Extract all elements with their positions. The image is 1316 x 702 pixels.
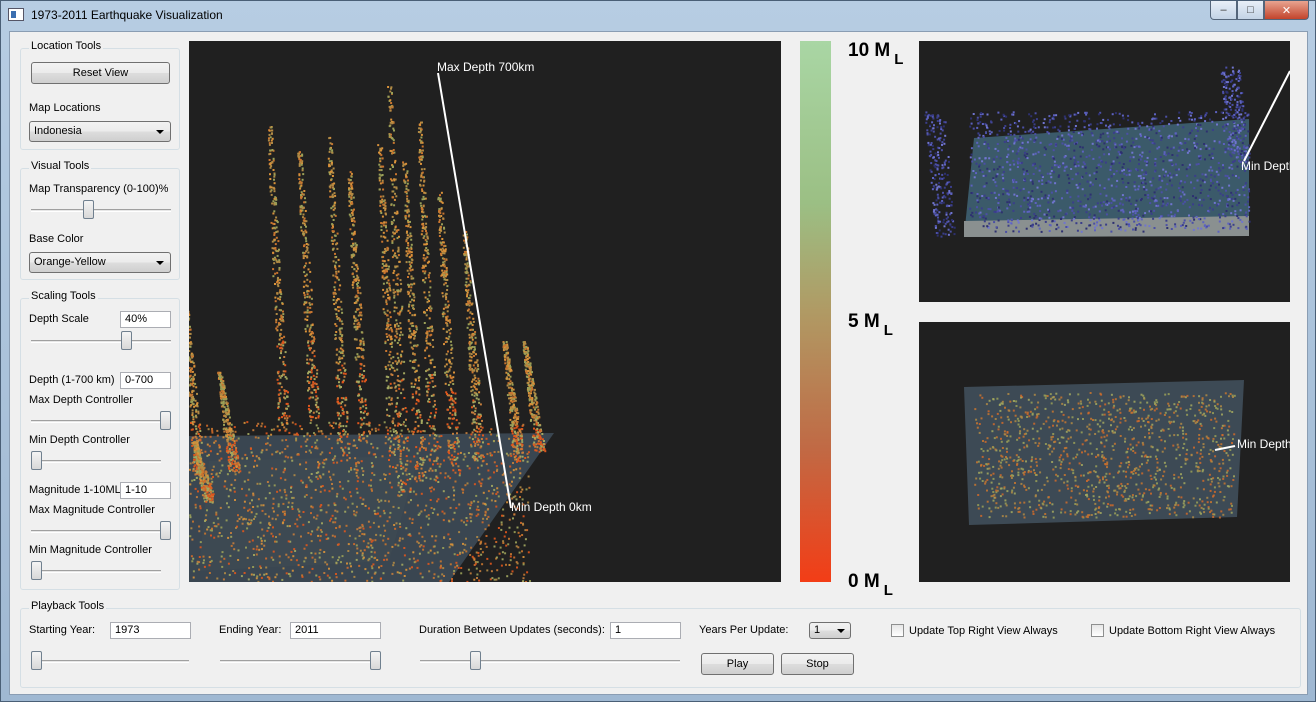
base-color-select[interactable]: Orange-Yellow — [29, 252, 171, 273]
map-landmass — [199, 456, 419, 571]
base-color-label: Base Color — [29, 233, 84, 245]
max-magnitude-thumb[interactable] — [160, 521, 171, 540]
max-depth-marker-label: Max Depth 700km — [437, 60, 535, 74]
min-magnitude-slider[interactable] — [31, 561, 161, 581]
playback-tools-group: Playback Tools Starting Year: 1973 Endin… — [20, 600, 1301, 688]
top-right-view[interactable]: Min Depth — [919, 41, 1290, 302]
stop-button[interactable]: Stop — [781, 653, 854, 675]
chevron-down-icon — [837, 629, 845, 633]
starting-year-label: Starting Year: — [29, 624, 96, 636]
starting-year-thumb[interactable] — [31, 651, 42, 670]
app-window: 1973-2011 Earthquake Visualization – □ ✕… — [0, 0, 1316, 702]
min-magnitude-thumb[interactable] — [31, 561, 42, 580]
top-right-view-canvas — [924, 66, 1290, 238]
min-depth-slider[interactable] — [31, 451, 161, 471]
scale-bottom-label: 0 ML — [848, 571, 893, 599]
main-view-canvas — [189, 72, 554, 582]
magnitude-input[interactable]: 1-10 — [120, 482, 171, 499]
depth-scale-slider[interactable] — [31, 331, 171, 351]
magnitude-label: Magnitude 1-10ML — [29, 484, 121, 496]
close-button[interactable]: ✕ — [1264, 1, 1309, 20]
map-transparency-thumb[interactable] — [83, 200, 94, 219]
starting-year-slider[interactable] — [31, 651, 189, 671]
years-per-update-value: 1 — [814, 624, 821, 636]
app-icon — [8, 8, 24, 21]
location-tools-title: Location Tools — [29, 40, 104, 52]
map-locations-value: Indonesia — [34, 125, 82, 137]
min-depth-marker-label: Min Depth 0km — [511, 500, 592, 514]
bottom-right-view-canvas — [964, 380, 1244, 525]
magnitude-color-scale — [800, 41, 831, 582]
min-depth-thumb[interactable] — [31, 451, 42, 470]
ending-year-label: Ending Year: — [219, 624, 282, 636]
window-title: 1973-2011 Earthquake Visualization — [31, 8, 223, 22]
starting-year-input[interactable]: 1973 — [110, 622, 191, 639]
update-top-right-label: Update Top Right View Always — [909, 624, 1058, 637]
minimize-icon: – — [1220, 4, 1227, 16]
map-locations-select[interactable]: Indonesia — [29, 121, 171, 142]
maximize-button[interactable]: □ — [1237, 1, 1264, 20]
duration-label: Duration Between Updates (seconds): — [419, 624, 605, 636]
min-depth-label: Min Depth Controller — [29, 434, 130, 446]
min-magnitude-label: Min Magnitude Controller — [29, 544, 152, 556]
checkbox-box[interactable] — [1091, 624, 1104, 637]
title-bar: 1973-2011 Earthquake Visualization – □ ✕ — [1, 1, 1315, 29]
duration-thumb[interactable] — [470, 651, 481, 670]
minimize-button[interactable]: – — [1210, 1, 1237, 20]
duration-input[interactable]: 1 — [610, 622, 681, 639]
bottom-right-min-depth-label: Min Depth — [1237, 437, 1290, 451]
map-transparency-slider[interactable] — [31, 200, 171, 220]
scale-mid-label: 5 ML — [848, 311, 893, 339]
scaling-tools-group: Scaling Tools Depth Scale 40% Depth (1-7… — [20, 290, 180, 590]
location-tools-group: Location Tools Reset View Map Locations … — [20, 40, 180, 150]
years-per-update-label: Years Per Update: — [699, 624, 789, 636]
update-top-right-checkbox[interactable]: Update Top Right View Always — [891, 624, 1058, 637]
duration-slider[interactable] — [420, 651, 680, 671]
chevron-down-icon — [156, 261, 164, 265]
max-magnitude-label: Max Magnitude Controller — [29, 504, 155, 516]
depth-scale-input[interactable]: 40% — [120, 311, 171, 328]
reset-view-button[interactable]: Reset View — [31, 62, 170, 84]
visual-tools-title: Visual Tools — [29, 160, 92, 172]
max-depth-label: Max Depth Controller — [29, 394, 133, 406]
play-button[interactable]: Play — [701, 653, 774, 675]
ending-year-input[interactable]: 2011 — [290, 622, 381, 639]
years-per-update-select[interactable]: 1 — [809, 622, 851, 639]
map-locations-label: Map Locations — [29, 102, 101, 114]
scaling-tools-title: Scaling Tools — [29, 290, 98, 302]
max-magnitude-slider[interactable] — [31, 521, 171, 541]
close-icon: ✕ — [1281, 4, 1292, 17]
depth-scale-thumb[interactable] — [121, 331, 132, 350]
depth-axis-line — [1243, 70, 1290, 162]
update-bottom-right-label: Update Bottom Right View Always — [1109, 624, 1276, 637]
scale-top-label: 10 ML — [848, 40, 904, 68]
checkbox-box[interactable] — [891, 624, 904, 637]
visual-tools-group: Visual Tools Map Transparency (0-100)% B… — [20, 160, 180, 280]
update-bottom-right-checkbox[interactable]: Update Bottom Right View Always — [1091, 624, 1275, 637]
ending-year-slider[interactable] — [220, 651, 381, 671]
playback-tools-title: Playback Tools — [29, 600, 107, 612]
bottom-right-view[interactable]: Min Depth — [919, 322, 1290, 582]
max-depth-slider[interactable] — [31, 411, 171, 431]
top-right-min-depth-label: Min Depth — [1241, 159, 1290, 173]
main-3d-view[interactable]: Max Depth 700km Min Depth 0km — [189, 41, 781, 582]
ending-year-thumb[interactable] — [370, 651, 381, 670]
depth-range-label: Depth (1-700 km) — [29, 374, 115, 386]
maximize-icon: □ — [1247, 4, 1254, 16]
map-transparency-label: Map Transparency (0-100)% — [29, 183, 169, 195]
depth-scale-label: Depth Scale — [29, 313, 89, 325]
chevron-down-icon — [156, 130, 164, 134]
max-depth-thumb[interactable] — [160, 411, 171, 430]
depth-range-input[interactable]: 0-700 — [120, 372, 171, 389]
base-color-value: Orange-Yellow — [34, 256, 106, 268]
client-area: Location Tools Reset View Map Locations … — [9, 31, 1308, 695]
